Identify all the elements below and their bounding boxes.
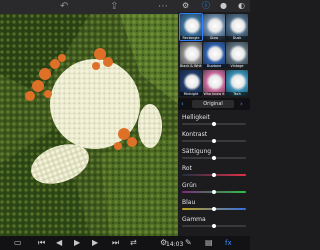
filter-label: Glow (203, 36, 225, 40)
adjustment-label: Rot (182, 165, 192, 172)
slider-knob[interactable] (212, 207, 216, 211)
filter-grid: Rectangle Glow Dusk Black & White Duotone Vin… (179, 12, 250, 98)
fx-icon[interactable]: fx (225, 238, 232, 248)
slider-knob[interactable] (212, 156, 216, 160)
filter-thumb[interactable]: Who know it (203, 70, 225, 96)
adjustment-label: Grün (182, 182, 197, 189)
preset-row: ‹ Original › (178, 98, 250, 110)
slider-knob[interactable] (212, 139, 216, 143)
chevron-left-icon[interactable]: ‹ (181, 100, 184, 108)
flower-artwork (0, 14, 178, 236)
forward-icon[interactable]: ▶ (92, 238, 98, 248)
filter-label: Dusk (226, 36, 248, 40)
slider-knob[interactable] (212, 224, 216, 228)
adjustment-label: Kontrast (182, 131, 208, 138)
screen-icon[interactable]: ▭ (14, 238, 22, 248)
filter-label: Duotone (203, 64, 225, 68)
filter-label: Midnight (180, 92, 202, 96)
adjustment-label: Blau (182, 199, 196, 206)
edit-icon[interactable]: ✎ (185, 238, 192, 248)
slider-knob[interactable] (212, 173, 216, 177)
preset-name[interactable]: Original (192, 100, 234, 108)
image-canvas[interactable] (0, 14, 178, 236)
share-icon[interactable]: ⇪ (110, 1, 118, 13)
adjustment-label: Sättigung (182, 148, 212, 155)
rewind-icon[interactable]: ◀ (56, 238, 62, 248)
drop-icon[interactable]: ● (220, 1, 227, 11)
filter-label: Vintage (226, 64, 248, 68)
layers-icon[interactable]: ▤ (205, 238, 213, 248)
filter-thumb[interactable]: Rectangle (179, 13, 203, 41)
filter-label: Who know it (203, 92, 225, 96)
skip-forward-icon[interactable]: ⏭ (112, 238, 119, 248)
skip-back-icon[interactable]: ⏮ (38, 238, 45, 248)
filter-thumb[interactable]: Midnight (180, 70, 202, 96)
adjustment-label: Gamma (182, 216, 206, 223)
adjustments-panel: ⚙ ⓘ ● ◐ Rectangle Glow Dusk Black & White Du… (178, 0, 250, 236)
filter-label: Tech (226, 92, 248, 96)
slider-knob[interactable] (212, 122, 216, 126)
undo-icon[interactable]: ↶ (60, 1, 68, 13)
adjustment-label: Helligkeit (182, 114, 210, 121)
gear-icon[interactable]: ⚙ (182, 1, 189, 11)
filter-label: Black & White (180, 64, 202, 68)
playback-time: 14:03 (166, 241, 184, 248)
filter-thumb[interactable]: Black & White (180, 42, 202, 68)
filter-thumb[interactable]: Glow (203, 14, 225, 40)
top-toolbar: ↶ ⇪ ⋯ (0, 0, 178, 14)
play-icon[interactable]: ▶ (74, 238, 80, 248)
filter-thumb[interactable]: Vintage (226, 42, 248, 68)
palette-icon[interactable]: ◐ (238, 1, 245, 11)
info-icon[interactable]: ⓘ (202, 1, 210, 11)
filter-label: Rectangle (180, 36, 202, 40)
filter-thumb[interactable]: Duotone (203, 42, 225, 68)
more-icon[interactable]: ⋯ (158, 1, 168, 13)
panel-toolbar: ⚙ ⓘ ● ◐ (178, 0, 250, 12)
playback-bar: ▭ ⏮ ◀ ▶ ▶ ⏭ ⇄ ⚙ ✎ ▤ fx (0, 236, 250, 250)
swap-icon[interactable]: ⇄ (130, 238, 137, 248)
filter-thumb[interactable]: Tech (226, 70, 248, 96)
slider-knob[interactable] (212, 190, 216, 194)
filter-thumb[interactable]: Dusk (226, 14, 248, 40)
chevron-right-icon[interactable]: › (240, 100, 243, 108)
